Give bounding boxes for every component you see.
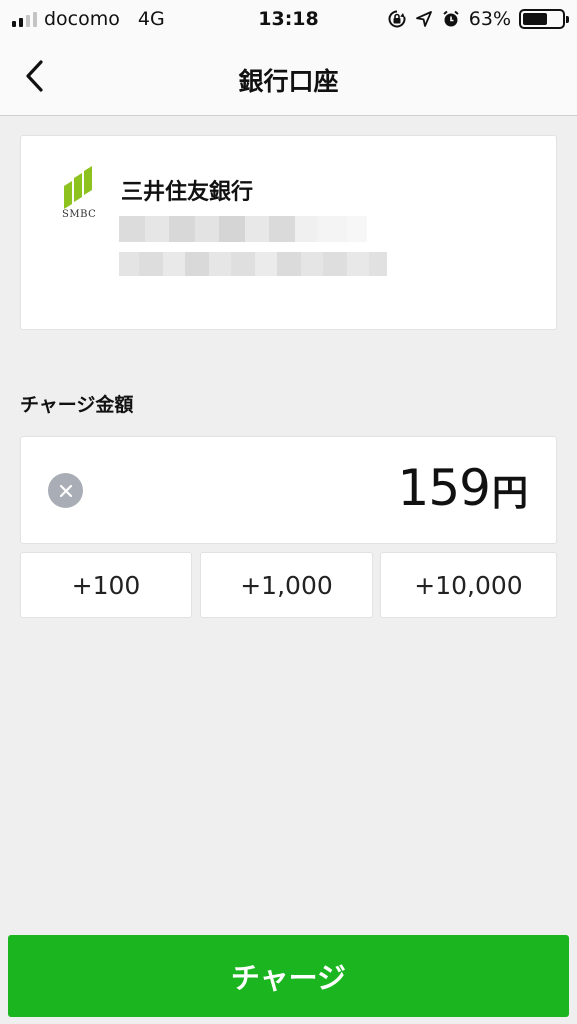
navigation-bar: 銀行口座 — [0, 38, 577, 116]
amount-unit: 円 — [491, 473, 528, 514]
add-1000-button[interactable]: +1,000 — [200, 552, 373, 618]
add-10000-button[interactable]: +10,000 — [380, 552, 557, 618]
alarm-icon — [443, 10, 459, 27]
amount-value: 159 — [397, 459, 491, 517]
bank-logo-text: SMBC — [62, 209, 97, 220]
rotation-lock-icon — [388, 10, 406, 28]
add-100-button[interactable]: +100 — [20, 552, 192, 618]
masked-account-detail — [119, 252, 387, 276]
charge-button[interactable]: チャージ — [8, 935, 569, 1017]
signal-strength-icon — [12, 11, 37, 27]
page-title: 銀行口座 — [238, 67, 339, 96]
battery-level-fill — [523, 13, 547, 25]
battery-icon — [519, 9, 569, 29]
status-bar: docomo 4G 13:18 63% — [0, 0, 577, 38]
carrier-name: docomo — [44, 8, 120, 30]
bank-name: 三井住友銀行 — [121, 180, 254, 205]
location-arrow-icon — [415, 11, 432, 27]
amount-display: 159 円 — [398, 459, 528, 517]
clear-amount-button[interactable] — [48, 473, 83, 508]
battery-percent: 63% — [468, 8, 511, 30]
bank-account-card[interactable]: SMBC 三井住友銀行 — [20, 135, 557, 330]
charge-amount-label: チャージ金額 — [20, 394, 134, 416]
close-icon — [59, 484, 72, 497]
charge-amount-field[interactable]: 159 円 — [20, 436, 557, 544]
masked-account-info — [119, 216, 367, 242]
network-type: 4G — [137, 8, 165, 30]
